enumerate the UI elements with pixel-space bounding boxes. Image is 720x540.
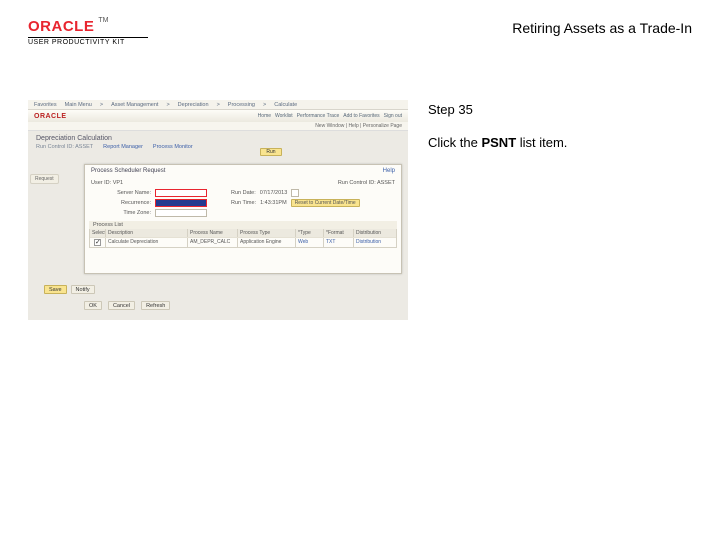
ss-refresh-button[interactable]: Refresh: [141, 301, 170, 310]
ss-notify-button[interactable]: Notify: [71, 285, 95, 294]
ss-select-checkbox[interactable]: [94, 239, 101, 246]
ss-ok-row: OK Cancel Refresh: [84, 301, 170, 310]
topic-title: Retiring Assets as a Trade-In: [512, 18, 692, 36]
instruction-text: Click the PSNT list item.: [428, 135, 692, 150]
ss-process-scheduler-modal: Process Scheduler Request Help User ID: …: [84, 164, 402, 274]
ss-server-name-dropdown[interactable]: [155, 189, 207, 197]
ss-psnt-list-item[interactable]: [155, 199, 207, 207]
ss-cancel-button[interactable]: Cancel: [108, 301, 135, 310]
ss-reset-time-button[interactable]: Reset to Current Date/Time: [291, 199, 360, 207]
ss-timezone-input[interactable]: [155, 209, 207, 217]
oracle-branding: ORACLE TM USER PRODUCTIVITY KIT: [28, 18, 148, 46]
ss-request-tab: Request: [30, 174, 59, 184]
ss-save-row: Save Notify: [44, 285, 95, 294]
ss-toolbar-right: New Window | Help | Personalize Page: [28, 122, 408, 131]
trademark: TM: [98, 17, 108, 24]
ss-process-list-header: Process List: [89, 221, 397, 229]
ss-sub-links: Run Control ID: ASSET Report Manager Pro…: [28, 144, 408, 154]
ss-ok-button[interactable]: OK: [84, 301, 102, 310]
ss-breadcrumb-bar: Favorites Main Menu> Asset Management> D…: [28, 100, 408, 110]
ss-page-title: Depreciation Calculation: [28, 131, 408, 144]
product-subtitle: USER PRODUCTIVITY KIT: [28, 39, 148, 46]
table-row: Calculate Depreciation AM_DEPR_CALC Appl…: [90, 237, 396, 247]
ss-modal-title: Process Scheduler Request: [91, 168, 165, 174]
ss-brand-row: ORACLE Home Worklist Performance Trace A…: [28, 110, 408, 122]
oracle-logo-text: ORACLE: [28, 18, 94, 35]
embedded-screenshot: Favorites Main Menu> Asset Management> D…: [28, 100, 408, 320]
calendar-icon[interactable]: [291, 189, 299, 197]
ss-run-button[interactable]: Run: [260, 148, 282, 156]
step-label: Step 35: [428, 102, 692, 117]
ss-help-link[interactable]: Help: [383, 168, 395, 174]
ss-process-table: Select Description Process Name Process …: [89, 229, 397, 248]
ss-oracle-logo: ORACLE: [34, 113, 67, 120]
ss-save-button[interactable]: Save: [44, 285, 67, 294]
